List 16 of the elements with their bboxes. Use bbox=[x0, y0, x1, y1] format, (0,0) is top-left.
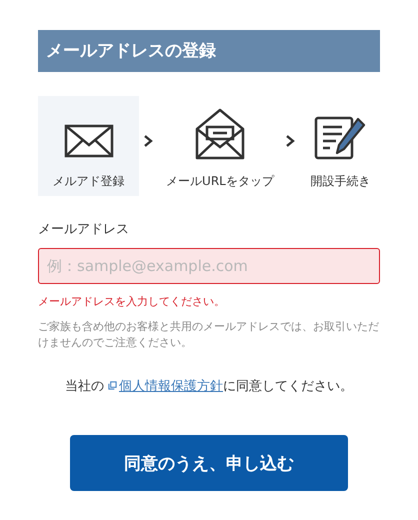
open-envelope-icon bbox=[194, 107, 246, 161]
field-label: メールアドレス bbox=[38, 221, 130, 238]
external-link-icon bbox=[108, 381, 117, 390]
step-label: メルアド登録 bbox=[52, 173, 125, 190]
privacy-policy-link[interactable]: 個人情報保護方針 bbox=[119, 379, 223, 394]
email-input-field[interactable]: 例：sample@example.com bbox=[38, 248, 380, 284]
chevron-right-icon bbox=[284, 134, 294, 148]
step-label: メールURLをタップ bbox=[166, 173, 274, 190]
submit-button[interactable]: 同意のうえ、申し込む bbox=[70, 435, 348, 491]
page-title: メールアドレスの登録 bbox=[38, 30, 380, 72]
step-label: 開設手続き bbox=[310, 173, 370, 190]
form-with-pen-icon bbox=[314, 115, 366, 161]
chevron-right-icon bbox=[143, 134, 154, 148]
error-message: メールアドレスを入力してください。 bbox=[38, 294, 226, 309]
notice-text: ご家族も含め他のお客様と共用のメールアドレスでは、お取引いただけませんのでご注意ください。 bbox=[38, 319, 380, 351]
consent-text: 当社の 個人情報保護方針に同意してください。 bbox=[64, 378, 354, 395]
